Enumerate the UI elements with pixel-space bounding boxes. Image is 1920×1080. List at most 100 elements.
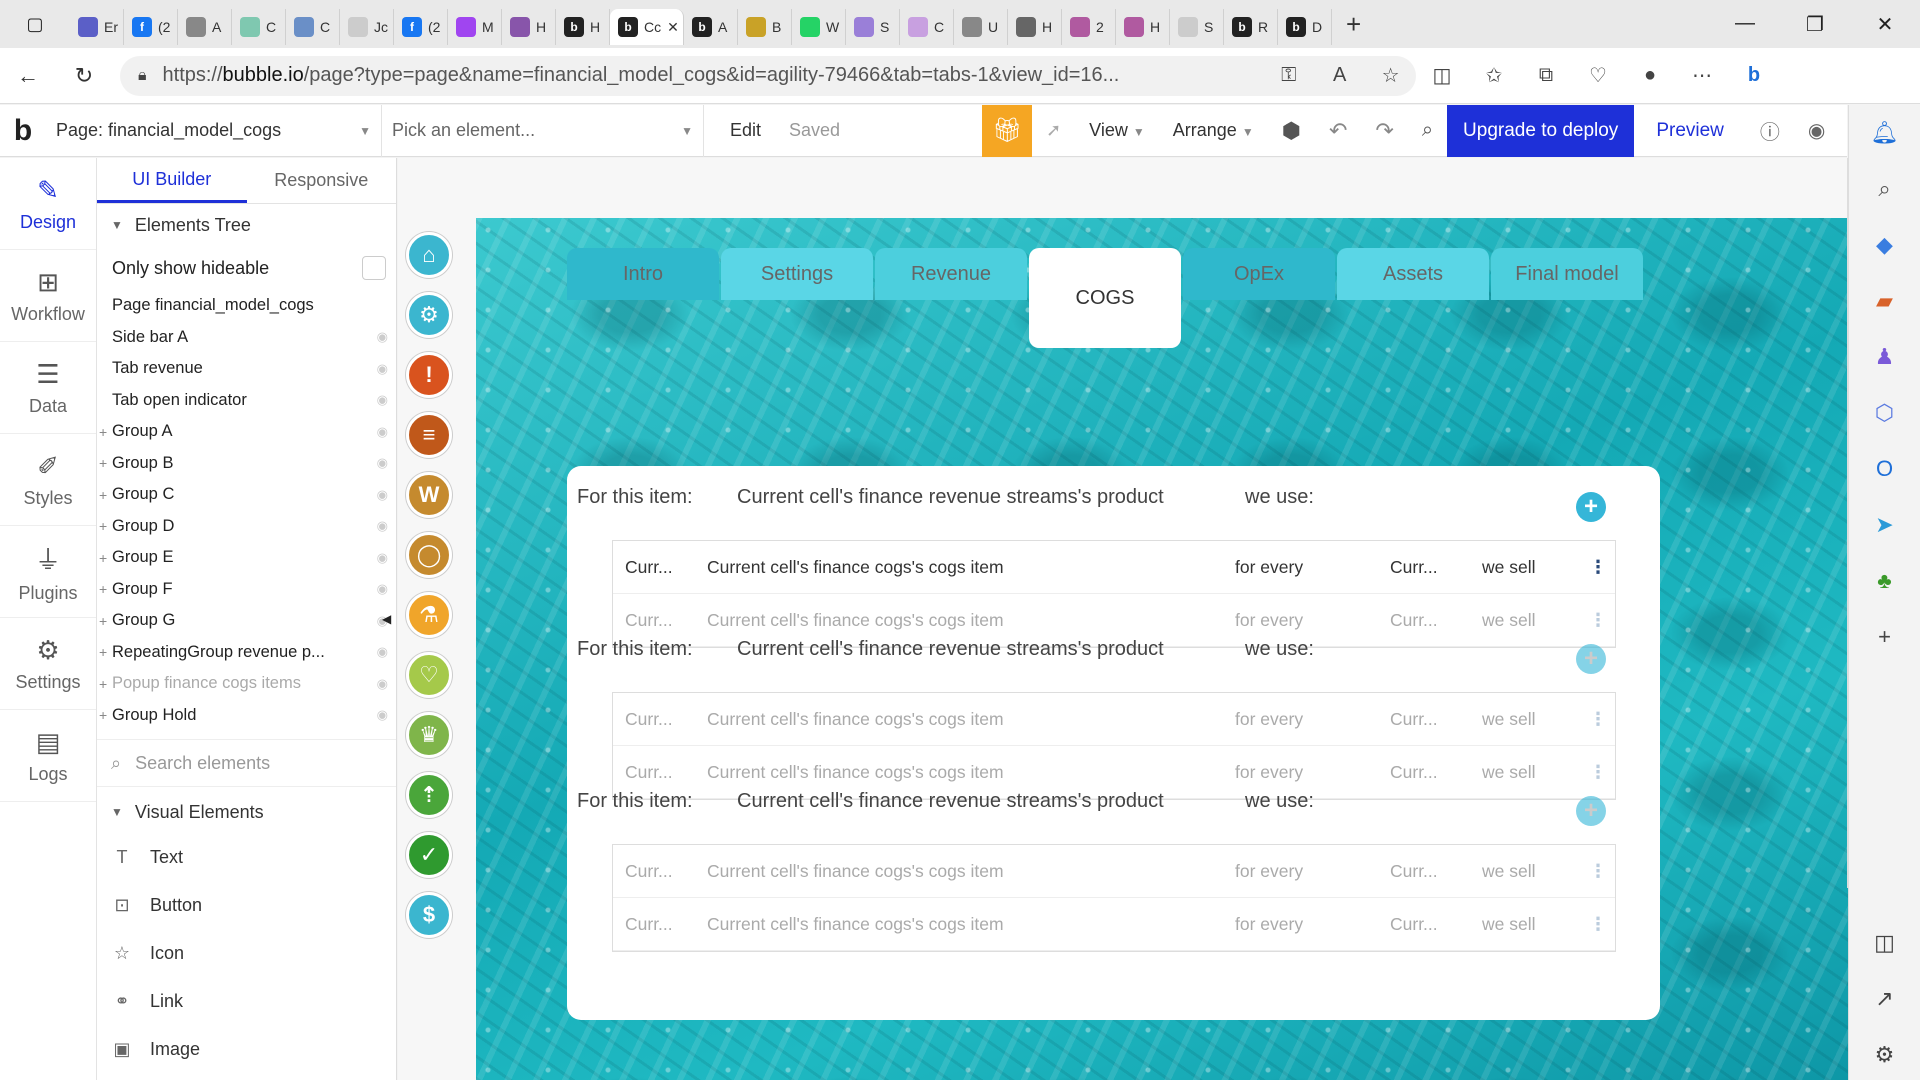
- notification-bell-icon[interactable]: 🔔︎: [1849, 105, 1920, 161]
- rail-item-settings[interactable]: ⚙ Settings: [0, 618, 96, 710]
- row-menu-icon[interactable]: ⋮: [1589, 762, 1607, 783]
- split-screen-icon[interactable]: ◫: [1416, 63, 1468, 88]
- browser-tab[interactable]: S: [846, 9, 900, 45]
- search-elements[interactable]: ⌕ Search elements: [97, 739, 396, 787]
- close-tab-icon[interactable]: ✕: [667, 19, 679, 36]
- only-show-hideable-toggle[interactable]: Only show hideable: [97, 246, 396, 290]
- new-tab-button[interactable]: +: [1332, 9, 1375, 40]
- eye-icon[interactable]: ◉: [377, 424, 388, 440]
- browser-tab[interactable]: Jc: [340, 9, 394, 45]
- account-icon[interactable]: ◉: [1794, 118, 1839, 143]
- tree-item[interactable]: + Group B ◉: [97, 448, 396, 480]
- browser-tab[interactable]: bH: [556, 9, 610, 45]
- heart-icon[interactable]: ♡: [406, 652, 452, 698]
- table-row[interactable]: Curr... Current cell's finance cogs's cog…: [613, 845, 1615, 898]
- page-tab-assets[interactable]: Assets: [1337, 248, 1489, 300]
- edit-menu[interactable]: Edit: [716, 120, 775, 141]
- tree-item[interactable]: + Group Hold ◉: [97, 700, 396, 732]
- check-icon[interactable]: ✓: [406, 832, 452, 878]
- eye-icon[interactable]: ◉: [377, 518, 388, 534]
- tree-item[interactable]: + Group D ◉: [97, 511, 396, 543]
- rail-item-logs[interactable]: ▤ Logs: [0, 710, 96, 802]
- add-cogs-item-icon[interactable]: +: [1576, 492, 1606, 522]
- expand-plus-icon[interactable]: +: [99, 518, 107, 534]
- expand-plus-icon[interactable]: +: [99, 455, 107, 471]
- browser-tab[interactable]: S: [1170, 9, 1224, 45]
- upgrade-button[interactable]: Upgrade to deploy: [1447, 104, 1635, 157]
- arrange-menu[interactable]: Arrange ▼: [1159, 120, 1268, 141]
- add-cogs-item-icon[interactable]: +: [1576, 644, 1606, 674]
- expand-plus-icon[interactable]: +: [99, 613, 107, 629]
- eye-icon[interactable]: ◉: [377, 707, 388, 723]
- tree-item[interactable]: Side bar A ◉: [97, 322, 396, 354]
- tag-icon[interactable]: ◆: [1849, 217, 1920, 273]
- settings-gear-icon[interactable]: ⚙: [1849, 1027, 1920, 1080]
- home-icon[interactable]: ⌂: [406, 232, 452, 278]
- browser-tab[interactable]: b Cc ✕: [610, 9, 684, 45]
- browser-tab[interactable]: C: [900, 9, 954, 45]
- search-icon[interactable]: ⌕: [1408, 119, 1447, 142]
- close-window-icon[interactable]: ✕: [1850, 12, 1920, 37]
- browser-tab[interactable]: 2: [1062, 9, 1116, 45]
- expand-plus-icon[interactable]: +: [99, 550, 107, 566]
- help-icon[interactable]: ⓘ: [1746, 116, 1794, 145]
- row-menu-icon[interactable]: ⋮: [1589, 861, 1607, 882]
- eye-icon[interactable]: ◉: [377, 550, 388, 566]
- copilot-icon[interactable]: ⬡: [1849, 385, 1920, 441]
- restore-icon[interactable]: ❐: [1780, 12, 1850, 37]
- table-row[interactable]: Curr... Current cell's finance cogs's cog…: [613, 541, 1615, 594]
- redo-icon[interactable]: ↷: [1361, 118, 1407, 144]
- gear-icon[interactable]: ⚙: [406, 292, 452, 338]
- tree-item[interactable]: + Group A ◉: [97, 416, 396, 448]
- browser-tab[interactable]: C: [286, 9, 340, 45]
- briefcase-icon[interactable]: ▰: [1849, 273, 1920, 329]
- expand-plus-icon[interactable]: +: [99, 424, 107, 440]
- cube-icon[interactable]: ⬢: [1268, 118, 1315, 144]
- add-icon[interactable]: +: [1849, 609, 1920, 665]
- view-menu[interactable]: View ▼: [1075, 120, 1159, 141]
- games-icon[interactable]: ♟: [1849, 329, 1920, 385]
- address-bar[interactable]: 🔒︎ https://bubble.io/page?type=page&name…: [120, 55, 1416, 96]
- browser-tab[interactable]: Er: [70, 9, 124, 45]
- bubble-logo[interactable]: b: [0, 114, 46, 148]
- elements-tree-header[interactable]: ▼ Elements Tree: [97, 204, 396, 246]
- page-tab-settings[interactable]: Settings: [721, 248, 873, 300]
- expand-plus-icon[interactable]: +: [99, 676, 107, 692]
- tree-item[interactable]: Tab open indicator ◉: [97, 385, 396, 417]
- gift-icon[interactable]: 🎁︎: [982, 104, 1033, 157]
- browser-tab[interactable]: H: [1116, 9, 1170, 45]
- rail-item-workflow[interactable]: ⊞ Workflow: [0, 250, 96, 342]
- rail-item-styles[interactable]: ✐ Styles: [0, 434, 96, 526]
- visual-elements-header[interactable]: ▼ Visual Elements: [97, 791, 396, 833]
- visual-element-button[interactable]: ⊡ Button: [97, 881, 396, 929]
- collapse-panel-icon[interactable]: ◀: [382, 612, 391, 626]
- browser-tab[interactable]: A: [178, 9, 232, 45]
- element-picker[interactable]: Pick an element... ▼: [382, 104, 704, 157]
- external-link-icon[interactable]: ↗: [1849, 971, 1920, 1027]
- browser-tab[interactable]: f (2: [124, 9, 178, 45]
- cursor-icon[interactable]: ➚: [1032, 120, 1075, 141]
- expand-plus-icon[interactable]: +: [99, 644, 107, 660]
- tree-item[interactable]: + RepeatingGroup revenue p... ◉: [97, 637, 396, 669]
- tree-item[interactable]: + Group F ◉: [97, 574, 396, 606]
- refresh-icon[interactable]: ↻: [56, 56, 112, 96]
- browser-tab[interactable]: M: [448, 9, 502, 45]
- rail-item-design[interactable]: ✎ Design: [0, 158, 96, 250]
- sidebar-toggle-icon[interactable]: ◫: [1849, 915, 1920, 971]
- row-menu-icon[interactable]: ⋮: [1589, 914, 1607, 935]
- rail-item-data[interactable]: ☰ Data: [0, 342, 96, 434]
- tree-item[interactable]: + Popup finance cogs items ◉: [97, 668, 396, 700]
- only-show-hideable-checkbox[interactable]: [362, 256, 386, 280]
- eye-icon[interactable]: ◉: [377, 644, 388, 660]
- back-icon[interactable]: ←: [0, 56, 56, 96]
- visual-element-icon[interactable]: ☆ Icon: [97, 929, 396, 977]
- eye-icon[interactable]: ◉: [377, 455, 388, 471]
- dollar-icon[interactable]: $: [406, 892, 452, 938]
- tree-item[interactable]: + Group G ◉: [97, 605, 396, 637]
- flask-icon[interactable]: ⚗: [406, 592, 452, 638]
- browser-tab[interactable]: U: [954, 9, 1008, 45]
- minimize-icon[interactable]: —: [1710, 12, 1780, 37]
- preview-button[interactable]: Preview: [1634, 120, 1746, 142]
- table-row[interactable]: Curr... Current cell's finance cogs's cog…: [613, 898, 1615, 951]
- search-icon[interactable]: ⌕: [1849, 161, 1920, 217]
